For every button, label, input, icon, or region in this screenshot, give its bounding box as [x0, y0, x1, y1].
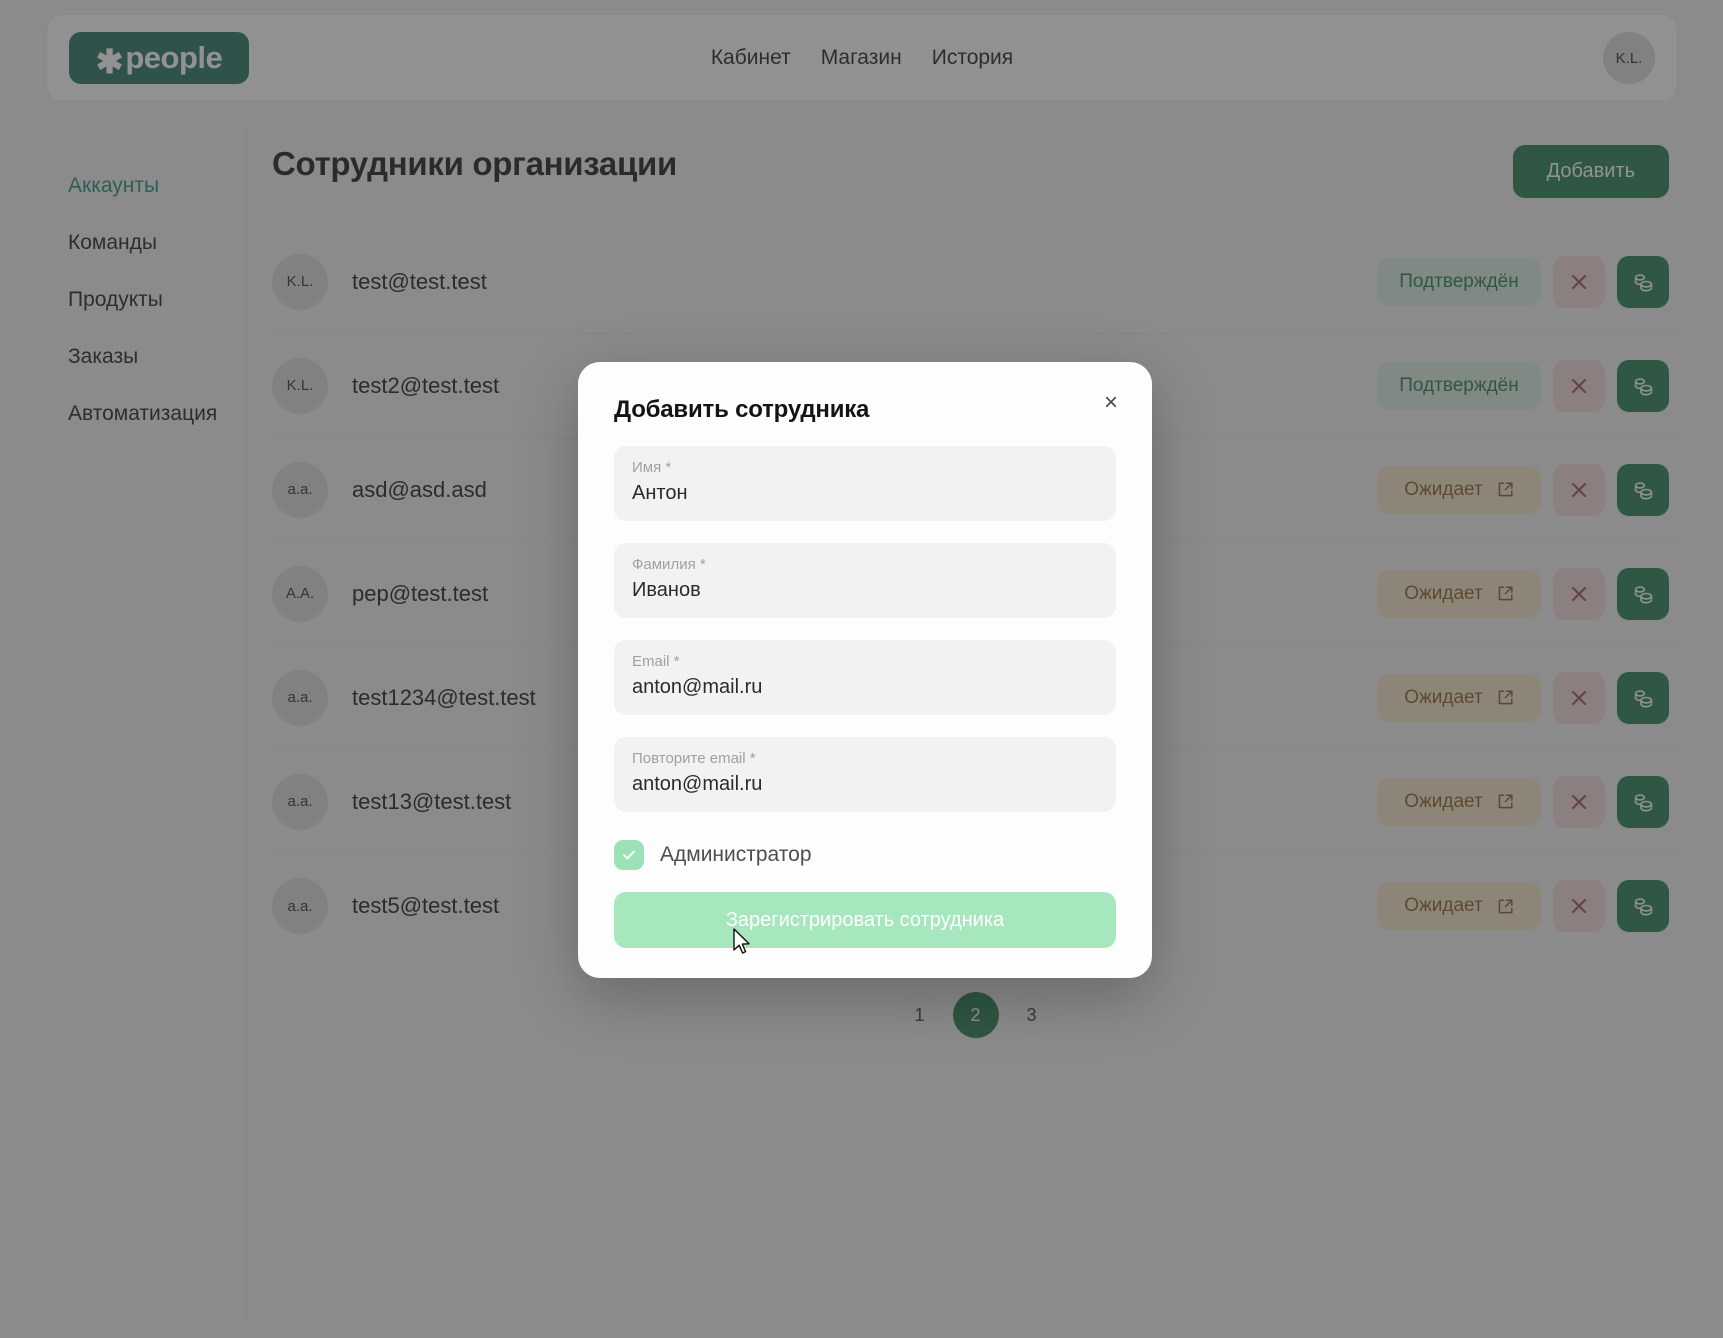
form-field-label-text: Фамилия	[632, 556, 696, 573]
close-icon[interactable]: ×	[1096, 388, 1126, 418]
required-marker: *	[673, 653, 680, 670]
check-icon	[623, 850, 635, 860]
required-marker: *	[749, 750, 756, 767]
required-marker: *	[699, 556, 706, 573]
form-field-input[interactable]	[632, 482, 1098, 505]
form-field-label: Email *	[632, 653, 1098, 670]
add-employee-dialog: Добавить сотрудника × Имя *Фамилия *Emai…	[578, 362, 1152, 978]
form-field[interactable]: Имя *	[614, 446, 1116, 521]
form-field-input[interactable]	[632, 579, 1098, 602]
form-field-label-text: Email	[632, 653, 670, 670]
form-field[interactable]: Email *	[614, 640, 1116, 715]
form-field-label: Повторите email *	[632, 750, 1098, 767]
form-field-label: Имя *	[632, 459, 1098, 476]
admin-checkbox[interactable]	[614, 840, 644, 870]
form-field-input[interactable]	[632, 773, 1098, 796]
form-field[interactable]: Фамилия *	[614, 543, 1116, 618]
admin-checkbox-label: Администратор	[660, 843, 812, 866]
admin-checkbox-row[interactable]: Администратор	[614, 840, 1116, 870]
form-field-label: Фамилия *	[632, 556, 1098, 573]
dialog-fields: Имя *Фамилия *Email *Повторите email *	[614, 446, 1116, 812]
form-field-input[interactable]	[632, 676, 1098, 699]
form-field-label-text: Повторите email	[632, 750, 746, 767]
required-marker: *	[665, 459, 672, 476]
register-employee-button[interactable]: Зарегистрировать сотрудника	[614, 892, 1116, 948]
dialog-title: Добавить сотрудника	[614, 396, 870, 423]
form-field[interactable]: Повторите email *	[614, 737, 1116, 812]
form-field-label-text: Имя	[632, 459, 662, 476]
